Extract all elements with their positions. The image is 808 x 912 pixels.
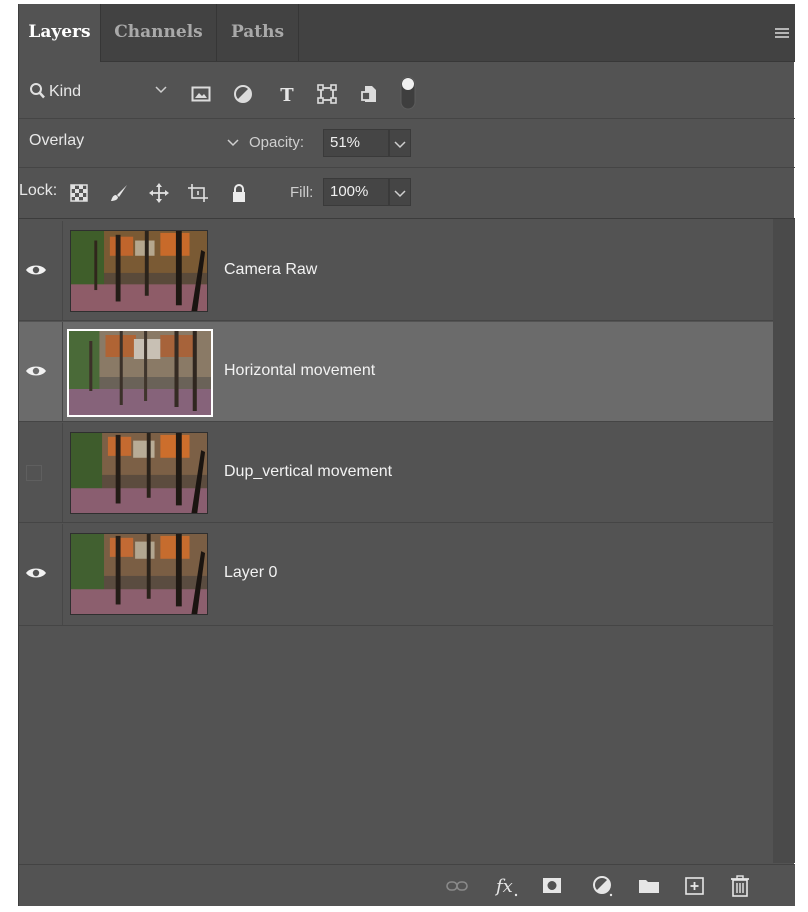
lock-row: Lock: Fill: 100% <box>19 168 795 219</box>
layer-row-dup-vertical-movement[interactable]: Dup_vertical movement <box>19 423 773 523</box>
chevron-down-icon <box>155 86 167 94</box>
layers-bottom-toolbar: fx <box>19 864 795 906</box>
add-mask-icon[interactable] <box>540 875 564 897</box>
lock-label: Lock: <box>19 182 58 199</box>
visibility-toggle[interactable] <box>19 524 63 625</box>
layer-row-camera-raw[interactable]: Camera Raw <box>19 221 773 321</box>
eye-icon <box>26 265 46 275</box>
search-icon <box>30 83 45 99</box>
blend-mode-select[interactable]: Overlay <box>29 132 84 150</box>
link-layers-icon[interactable] <box>445 875 469 897</box>
layer-row-horizontal-movement[interactable]: Horizontal movement <box>19 322 773 422</box>
layer-row-layer-0[interactable]: Layer 0 <box>19 524 773 626</box>
opacity-input[interactable]: 51% <box>323 129 389 157</box>
image-filter-icon[interactable] <box>191 84 211 104</box>
layer-thumbnail <box>70 230 208 312</box>
panel-tab-bar: Layers Channels Paths <box>19 4 795 62</box>
visibility-toggle[interactable] <box>19 322 63 421</box>
layers-panel: Layers Channels Paths Kind T Overlay Opa… <box>18 4 795 906</box>
opacity-dropdown-button[interactable] <box>389 129 411 157</box>
layer-thumbnail <box>70 432 208 514</box>
svg-text:T: T <box>280 85 294 104</box>
tab-layers[interactable]: Layers <box>19 4 101 62</box>
filter-toggle-icon[interactable] <box>400 76 416 110</box>
filter-kind-select[interactable]: Kind <box>27 80 173 104</box>
fx-icon[interactable]: fx <box>495 875 519 897</box>
svg-text:fx: fx <box>495 876 513 897</box>
smart-object-filter-icon[interactable] <box>360 84 380 104</box>
delete-layer-icon[interactable] <box>728 875 752 897</box>
opacity-label: Opacity: <box>249 134 305 151</box>
layer-list: Camera Raw Horizontal movement Dup_verti… <box>19 219 773 863</box>
lock-artboard-icon[interactable] <box>188 183 208 203</box>
new-adjustment-layer-icon[interactable] <box>591 875 615 897</box>
visibility-toggle[interactable] <box>19 423 63 522</box>
layer-thumbnail <box>67 329 213 417</box>
tab-channels[interactable]: Channels <box>101 4 217 61</box>
lock-position-icon[interactable] <box>149 183 169 203</box>
shape-filter-icon[interactable] <box>317 84 337 104</box>
type-filter-icon[interactable]: T <box>277 84 297 104</box>
visibility-toggle[interactable] <box>19 221 63 320</box>
chevron-down-icon <box>394 141 406 149</box>
lock-all-icon[interactable] <box>229 183 249 203</box>
lock-image-pixels-icon[interactable] <box>109 183 129 203</box>
chevron-down-icon[interactable] <box>227 137 239 147</box>
chevron-down-icon <box>394 190 406 198</box>
tab-paths[interactable]: Paths <box>217 4 299 61</box>
layer-list-scrollbar[interactable] <box>773 219 795 863</box>
fill-label: Fill: <box>290 184 314 201</box>
fill-input[interactable]: 100% <box>323 178 389 206</box>
fill-dropdown-button[interactable] <box>389 178 411 206</box>
blend-row: Overlay Opacity: 51% <box>19 119 795 168</box>
new-group-icon[interactable] <box>637 875 661 897</box>
panel-menu-icon[interactable] <box>775 28 789 38</box>
hidden-visibility-box <box>26 465 42 481</box>
eye-icon <box>26 568 46 578</box>
filter-kind-label: Kind <box>49 83 82 100</box>
layer-name[interactable]: Dup_vertical movement <box>224 463 392 481</box>
new-layer-icon[interactable] <box>683 875 707 897</box>
lock-transparent-pixels-icon[interactable] <box>69 183 89 203</box>
layer-name[interactable]: Camera Raw <box>224 261 317 279</box>
layer-thumbnail <box>70 533 208 615</box>
layer-name[interactable]: Horizontal movement <box>224 362 375 380</box>
layer-name[interactable]: Layer 0 <box>224 564 277 582</box>
filter-row: Kind T <box>19 62 795 119</box>
eye-icon <box>26 366 46 376</box>
adjustment-filter-icon[interactable] <box>233 84 253 104</box>
